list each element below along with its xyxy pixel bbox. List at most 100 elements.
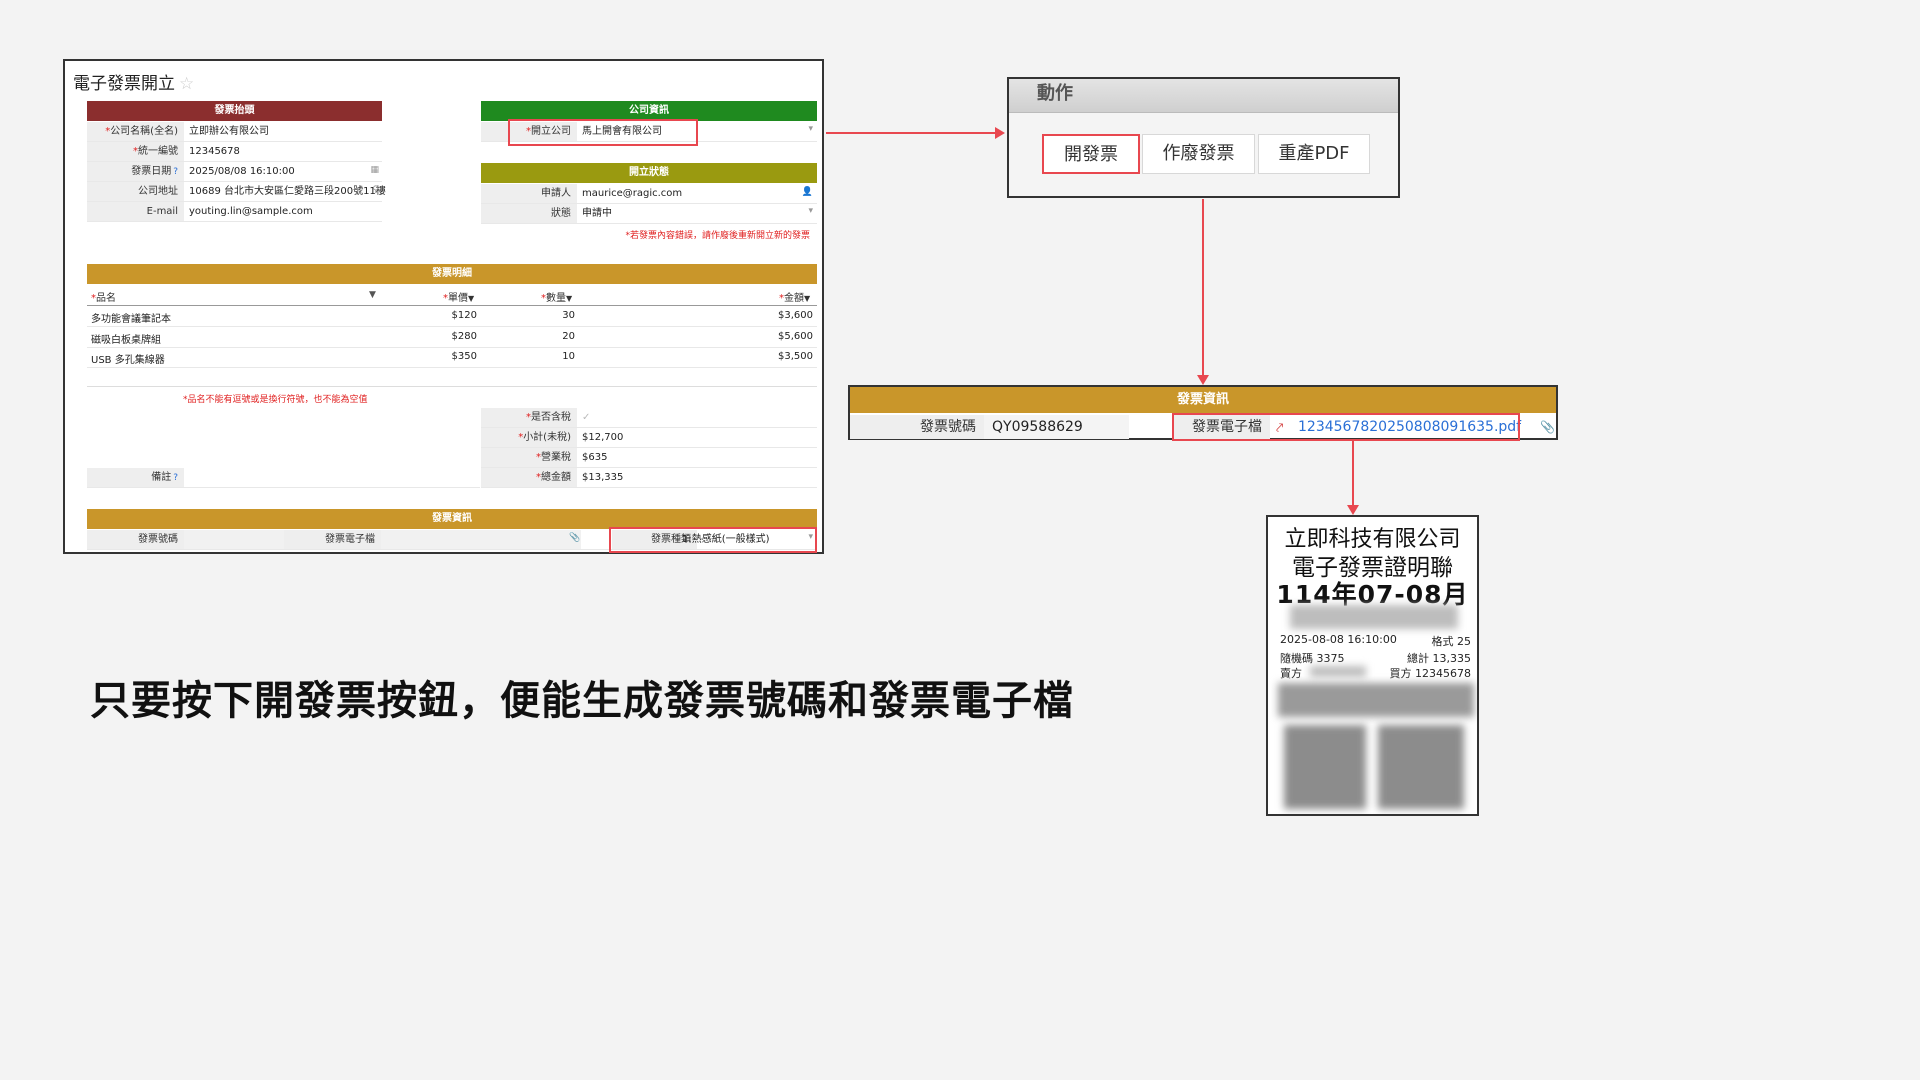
field-label: 是否含稅 — [531, 412, 571, 423]
invoice-info-strip: 發票資訊 發票號碼 QY09588629 發票電子檔 ⤤ 12345678202… — [848, 385, 1558, 441]
field-company-name[interactable]: *公司名稱(全名) 立即辦公有限公司 — [87, 122, 382, 142]
receipt-datetime: 2025-08-08 16:10:00 — [1280, 633, 1397, 646]
invoice-file-field[interactable] — [381, 530, 581, 549]
receipt-total: 總計 13,335 — [1407, 652, 1471, 665]
field-value[interactable]: maurice@ragic.com — [577, 184, 682, 203]
invoice-info-section-title: 發票資訊 — [87, 509, 817, 529]
highlight-invoice-file — [1172, 413, 1520, 441]
field-value: $13,335 — [582, 472, 624, 483]
issue-invoice-button[interactable]: 開發票 — [1042, 134, 1140, 174]
field-value[interactable]: 10689 台北市大安區仁愛路三段200號11樓 — [184, 182, 386, 201]
highlight-issuing-company — [508, 119, 698, 146]
receipt-random-code: 隨機碼 3375 — [1280, 652, 1345, 665]
blurred-qr-code-right — [1378, 725, 1464, 809]
column-header-qty[interactable]: *數量▼ — [541, 289, 572, 304]
receipt-buyer: 買方 12345678 — [1389, 667, 1472, 680]
dropdown-arrow-icon[interactable]: ▾ — [808, 206, 813, 216]
dropdown-arrow-icon[interactable]: ▾ — [808, 124, 813, 134]
field-label: E-mail — [146, 206, 178, 217]
field-value: $12,700 — [582, 432, 624, 443]
detail-note: *品名不能有逗號或是換行符號，也不能為空值 — [183, 395, 368, 405]
strip-title: 發票資訊 — [850, 387, 1556, 413]
blurred-barcode — [1278, 683, 1474, 717]
help-icon[interactable]: ? — [173, 167, 178, 177]
table-row[interactable]: 多功能會議筆記本 $120 30 $3,600 — [87, 306, 817, 327]
cell-name: 磁吸白板桌牌組 — [91, 335, 161, 346]
map-pin-icon[interactable]: ⚲ — [372, 185, 379, 195]
invoice-receipt: 立即科技有限公司 電子發票證明聯 114年07-08月 2025-08-08 1… — [1266, 515, 1479, 816]
field-value: 12345678 — [189, 146, 240, 157]
field-company-address[interactable]: 公司地址 10689 台北市大安區仁愛路三段200號11樓 ⚲ — [87, 182, 386, 202]
field-value: 2025/08/08 16:10:00 — [189, 166, 295, 177]
field-email[interactable]: E-mail youting.lin@sample.com — [87, 202, 382, 222]
invoice-header-section-title: 發票抬頭 — [87, 101, 382, 121]
arrow-head — [995, 127, 1005, 139]
regenerate-pdf-button[interactable]: 重產PDF — [1258, 134, 1370, 174]
receipt-format: 格式 25 — [1431, 635, 1472, 648]
field-label: 狀態 — [551, 208, 571, 219]
invoice-form: 電子發票開立 ☆ 發票抬頭 *公司名稱(全名) 立即辦公有限公司 *統一編號 12… — [63, 59, 824, 554]
cell-price: $350 — [451, 351, 477, 362]
cell-amount: $3,500 — [778, 351, 813, 362]
field-label: 營業稅 — [541, 452, 571, 463]
detail-section-title: 發票明細 — [87, 264, 817, 284]
cell-qty: 20 — [562, 331, 575, 342]
field-value: 立即辦公有限公司 — [189, 126, 269, 137]
company-info-section-title: 公司資訊 — [481, 101, 817, 121]
cell-qty: 30 — [562, 310, 575, 321]
column-header-amount[interactable]: *金額▼ — [779, 289, 810, 304]
arrow-line — [826, 132, 996, 134]
field-value: 申請中 — [582, 208, 612, 219]
cell-name: USB 多孔集線器 — [91, 355, 165, 366]
cell-price: $120 — [451, 310, 477, 321]
paperclip-icon[interactable]: 📎 — [569, 533, 580, 543]
actions-panel: 動作 開發票 作廢發票 重產PDF — [1007, 77, 1400, 198]
field-label: 統一編號 — [138, 146, 178, 157]
status-section-title: 開立狀態 — [481, 163, 817, 183]
cell-qty: 10 — [562, 351, 575, 362]
invoice-file-label: 發票電子檔 — [284, 530, 381, 549]
actions-title: 動作 — [1009, 79, 1398, 113]
caption: 只要按下開發票按鈕，便能生成發票號碼和發票電子檔 — [90, 678, 1074, 724]
column-header-price[interactable]: *單價▼ — [443, 289, 474, 304]
field-tax-id[interactable]: *統一編號 12345678 — [87, 142, 382, 162]
field-tax-included[interactable]: *是否含稅 ✓ — [481, 408, 817, 428]
star-icon[interactable]: ☆ — [179, 74, 194, 94]
invoice-number-label: 發票號碼 — [87, 530, 184, 549]
field-applicant[interactable]: 申請人 maurice@ragic.com 👤 — [481, 184, 817, 204]
user-icon[interactable]: 👤 — [802, 187, 813, 197]
field-label: 備註 — [151, 472, 172, 483]
receipt-seller: 賣方 — [1280, 667, 1302, 680]
field-invoice-date[interactable]: 發票日期? 2025/08/08 16:10:00 ▦ — [87, 162, 382, 182]
column-header-name[interactable]: *品名 — [91, 289, 116, 304]
table-row[interactable]: USB 多孔集線器 $350 10 $3,500 — [87, 347, 817, 368]
void-invoice-button[interactable]: 作廢發票 — [1142, 134, 1255, 174]
field-status[interactable]: 狀態 申請中 ▾ — [481, 204, 817, 224]
field-label: 公司地址 — [138, 186, 178, 197]
help-icon[interactable]: ? — [173, 473, 178, 483]
calendar-icon[interactable]: ▦ — [370, 165, 379, 175]
form-title-text: 電子發票開立 — [73, 74, 175, 94]
sort-arrow-icon[interactable]: ▼ — [369, 290, 376, 300]
cell-name: 多功能會議筆記本 — [91, 314, 171, 325]
field-label: 申請人 — [541, 188, 571, 199]
blurred-invoice-number — [1290, 605, 1458, 629]
field-value: $635 — [582, 452, 608, 463]
field-business-tax: *營業稅 $635 — [481, 448, 817, 468]
field-label: 總金額 — [541, 472, 571, 483]
arrow-head — [1197, 375, 1209, 385]
cell-price: $280 — [451, 331, 477, 342]
blurred-qr-code-left — [1284, 725, 1366, 809]
paperclip-icon[interactable]: 📎 — [1540, 415, 1555, 439]
form-title: 電子發票開立 ☆ — [73, 69, 194, 94]
invoice-number-field[interactable] — [184, 530, 284, 549]
arrow-line — [1202, 199, 1204, 375]
field-label: 公司名稱(全名) — [110, 126, 178, 137]
field-label: 發票日期 — [131, 166, 172, 177]
field-remark[interactable]: 備註? — [87, 468, 480, 488]
table-row[interactable]: 磁吸白板桌牌組 $280 20 $5,600 — [87, 327, 817, 348]
field-subtotal: *小計(未稅) $12,700 — [481, 428, 817, 448]
field-value[interactable]: youting.lin@sample.com — [184, 202, 313, 221]
highlight-invoice-type — [609, 527, 817, 553]
checkbox-tax-included[interactable]: ✓ — [577, 408, 590, 427]
